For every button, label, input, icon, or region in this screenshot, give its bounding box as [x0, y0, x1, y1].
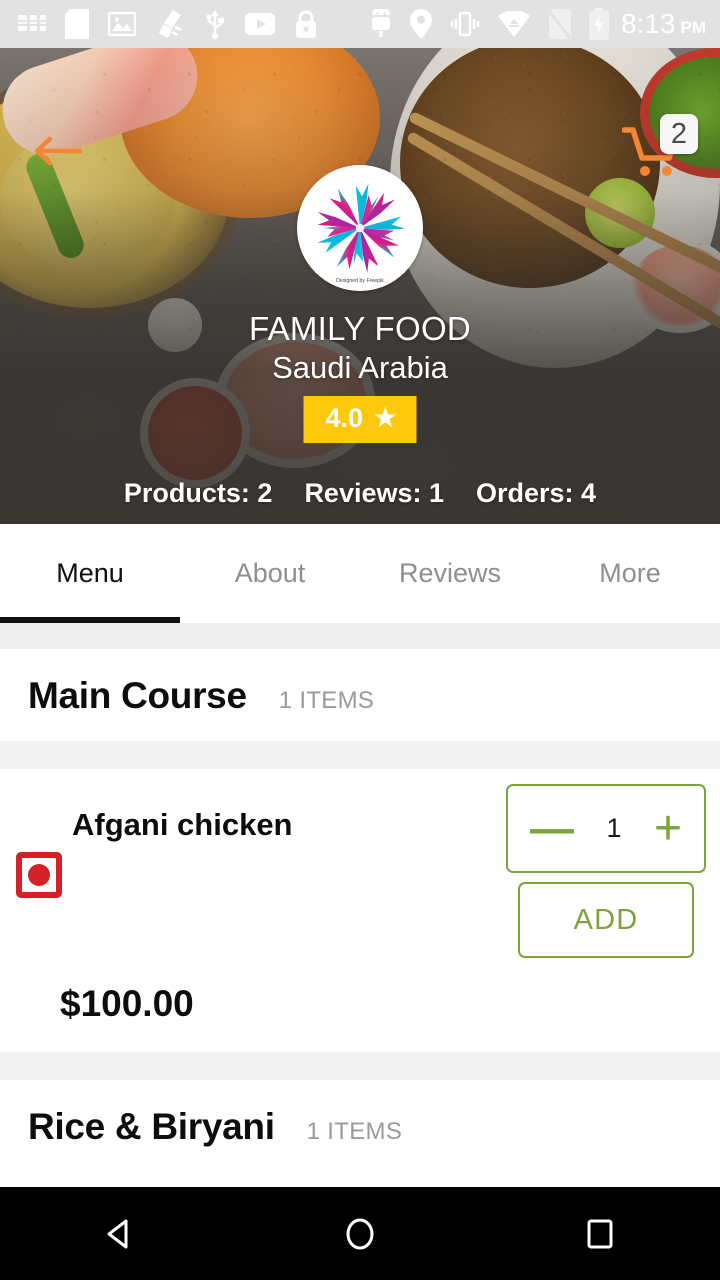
- non-veg-indicator-icon: [16, 852, 62, 898]
- restaurant-location: Saudi Arabia: [272, 350, 448, 385]
- section-divider-top: [0, 623, 720, 649]
- android-navigation-bar: [0, 1187, 720, 1280]
- clock-ampm: PM: [680, 18, 707, 37]
- stat-orders: Orders: 4: [476, 478, 597, 508]
- star-icon: ★: [374, 404, 397, 432]
- cart-button[interactable]: 2: [622, 114, 698, 180]
- logo-flower-icon: [317, 183, 406, 273]
- location-icon: [410, 9, 432, 39]
- nav-recents-icon[interactable]: [540, 1187, 660, 1280]
- section-header-rice-biryani: Rice & Biryani 1 ITEMS: [0, 1080, 720, 1172]
- tab-menu[interactable]: Menu: [0, 524, 180, 623]
- restaurant-name: FAMILY FOOD: [248, 310, 472, 347]
- tab-reviews[interactable]: Reviews: [360, 524, 540, 623]
- quantity-stepper[interactable]: — 1 +: [506, 784, 706, 873]
- increase-quantity-button[interactable]: +: [654, 804, 682, 853]
- screenshot-icon: [108, 10, 136, 38]
- sd-card-icon: [65, 9, 89, 39]
- lock-icon: [294, 9, 318, 39]
- status-bar-right-icons: [369, 8, 610, 40]
- menu-item-price: $100.00: [60, 983, 194, 1024]
- status-bar: 8:13 PM: [0, 0, 720, 48]
- tab-bar: Menu About Reviews More: [0, 524, 720, 623]
- vibrate-icon: [449, 10, 481, 38]
- section-item-count-2: 1 ITEMS: [306, 1118, 403, 1145]
- quantity-value: 1: [606, 813, 622, 843]
- restaurant-logo: Designed by Freepik: [297, 165, 423, 291]
- cart-count-badge: 2: [660, 114, 698, 154]
- sim-off-icon: [547, 9, 571, 39]
- section-divider-2: [0, 1052, 720, 1080]
- menu-item-row: Afgani chicken — 1 + ADD $100.00: [0, 769, 720, 1052]
- nav-home-icon[interactable]: [300, 1187, 420, 1280]
- section-title-2: Rice & Biryani: [28, 1106, 275, 1147]
- usb-icon: [204, 9, 226, 39]
- section-title: Main Course: [28, 675, 247, 716]
- app-root: 8:13 PM 2 Designed by Freepik FAMILY FOO…: [0, 0, 720, 1280]
- logo-credit-text: Designed by Freepik: [336, 278, 384, 284]
- section-divider: [0, 741, 720, 769]
- tab-about[interactable]: About: [180, 524, 360, 623]
- wifi-icon: [498, 11, 530, 37]
- restaurant-hero: 2 Designed by Freepik FAMILY FOOD Saudi …: [0, 48, 720, 524]
- nav-back-icon[interactable]: [60, 1187, 180, 1280]
- rating-badge: 4.0 ★: [303, 396, 417, 443]
- cleaner-icon: [155, 9, 185, 39]
- clock-time: 8:13: [621, 8, 676, 39]
- youtube-icon: [245, 13, 275, 35]
- sim-card-icon: [18, 13, 46, 35]
- stat-reviews: Reviews: 1: [304, 478, 445, 508]
- android-icon: [369, 9, 393, 39]
- back-arrow-icon[interactable]: [32, 134, 84, 168]
- restaurant-stats: Products: 2 Reviews: 1 Orders: 4: [0, 478, 720, 509]
- stat-products: Products: 2: [123, 478, 273, 508]
- tab-more[interactable]: More: [540, 524, 720, 623]
- status-bar-left-icons: [18, 9, 369, 39]
- rating-value: 4.0: [325, 403, 364, 433]
- status-bar-clock: 8:13 PM: [621, 8, 706, 40]
- section-header-main-course: Main Course 1 ITEMS: [0, 649, 720, 741]
- decrease-quantity-button[interactable]: —: [530, 806, 574, 851]
- section-item-count: 1 ITEMS: [278, 687, 375, 714]
- add-to-cart-button[interactable]: ADD: [518, 882, 694, 958]
- battery-charging-icon: [588, 8, 610, 40]
